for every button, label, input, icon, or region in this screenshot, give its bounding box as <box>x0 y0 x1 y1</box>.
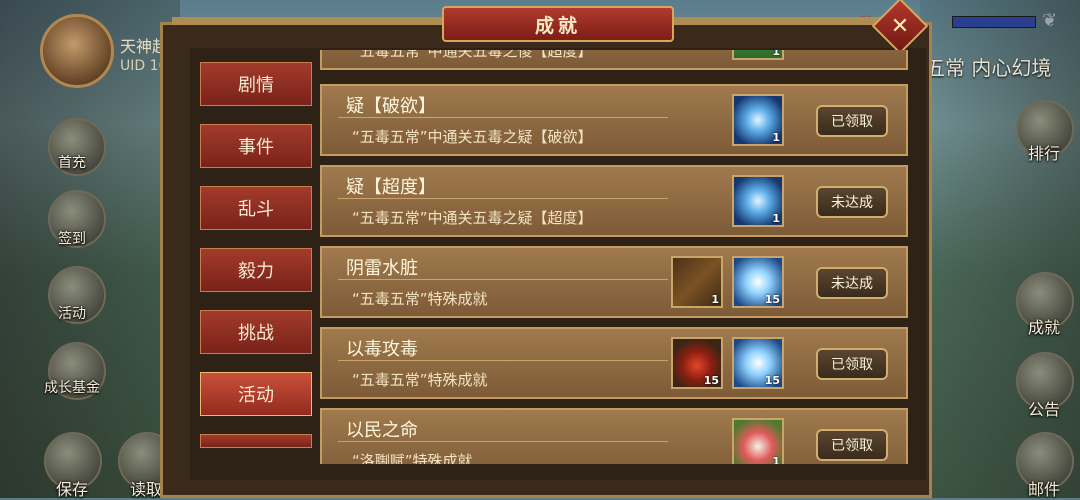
announcement-label: 公告 <box>1028 400 1061 419</box>
title-wing-right <box>674 17 880 25</box>
achievement-desc: “五毒五常”中通关五毒之疑【破欲】 <box>352 128 593 146</box>
reward-item-icon[interactable]: 1 <box>732 175 784 227</box>
title-wing-left <box>172 17 442 25</box>
achievement-title: 疑【破欲】 <box>346 96 436 117</box>
tab-activity[interactable]: 活动 <box>200 372 312 416</box>
reward-count: 1 <box>772 212 780 225</box>
winged-emblem-icon: ❦ <box>1042 10 1058 31</box>
reward-count: 1 <box>772 50 780 58</box>
not-achieved-button[interactable]: 未达成 <box>816 267 888 299</box>
achievement-title: 阴雷水脏 <box>346 258 418 279</box>
event-label: 活动 <box>58 306 86 322</box>
reward-item-icon[interactable]: 1 <box>732 50 784 60</box>
scene-title: 五常 内心幻境 <box>925 56 1052 80</box>
divider <box>338 360 668 361</box>
reward-item-icon[interactable]: 1 <box>732 94 784 146</box>
growth-fund-label: 成长基金 <box>44 380 100 396</box>
achievement-row: 疑【超度】 “五毒五常”中通关五毒之疑【超度】 1 未达成 <box>320 165 908 237</box>
divider <box>338 117 668 118</box>
achievement-desc: “洛䎺赋”特殊成就 <box>352 452 473 464</box>
claimed-button[interactable]: 已领取 <box>816 348 888 380</box>
claimed-button[interactable]: 已领取 <box>816 429 888 461</box>
achievement-row: 阴雷水脏 “五毒五常”特殊成就 1 15 未达成 <box>320 246 908 318</box>
achievement-desc: “五毒五常”特殊成就 <box>352 290 488 308</box>
tab-more[interactable] <box>200 434 312 448</box>
achievement-row: “五毒五常”中通关五毒之傻【超度】 1 <box>320 50 908 70</box>
tab-brawl[interactable]: 乱斗 <box>200 186 312 230</box>
achievement-desc: “五毒五常”特殊成就 <box>352 371 488 389</box>
panel-title-plate: 成就 <box>442 6 674 42</box>
reward-count: 1 <box>772 131 780 144</box>
tab-perseverance[interactable]: 毅力 <box>200 248 312 292</box>
first-recharge-label: 首充 <box>58 155 86 171</box>
close-icon[interactable]: ✕ <box>880 6 920 46</box>
achievement-title: 以毒攻毒 <box>346 339 418 360</box>
reward-count: 15 <box>703 374 719 387</box>
achievement-desc: “五毒五常”中通关五毒之傻【超度】 <box>352 50 593 60</box>
achievement-row: 疑【破欲】 “五毒五常”中通关五毒之疑【破欲】 1 已领取 <box>320 84 908 156</box>
tab-event[interactable]: 事件 <box>200 124 312 168</box>
reward-count: 1 <box>772 455 780 464</box>
reward-count: 15 <box>764 293 780 306</box>
load-label: 读取 <box>130 480 163 499</box>
reward-count: 1 <box>711 293 719 306</box>
panel-title: 成就 <box>534 14 581 37</box>
player-avatar[interactable] <box>40 14 114 88</box>
fruit-reward-icon[interactable]: 15 <box>671 337 723 389</box>
checkin-label: 签到 <box>58 231 86 247</box>
divider <box>338 279 668 280</box>
save-label: 保存 <box>56 480 89 499</box>
divider <box>338 198 668 199</box>
gift-reward-icon[interactable]: 1 <box>732 418 784 464</box>
mail-label: 邮件 <box>1028 480 1061 499</box>
achievement-row: 以民之命 “洛䎺赋”特殊成就 1 已领取 <box>320 408 908 464</box>
achievement-title: 疑【超度】 <box>346 177 436 198</box>
not-achieved-button[interactable]: 未达成 <box>816 186 888 218</box>
achievement-title: 以民之命 <box>346 420 418 441</box>
bow-reward-icon[interactable]: 1 <box>671 256 723 308</box>
achievement-row: 以毒攻毒 “五毒五常”特殊成就 15 15 已领取 <box>320 327 908 399</box>
crystal-reward-icon[interactable]: 15 <box>732 337 784 389</box>
crystal-reward-icon[interactable]: 15 <box>732 256 784 308</box>
tab-challenge[interactable]: 挑战 <box>200 310 312 354</box>
progress-bar <box>952 16 1036 28</box>
ranking-label: 排行 <box>1028 144 1061 163</box>
achievement-list[interactable]: “五毒五常”中通关五毒之傻【超度】 1 疑【破欲】 “五毒五常”中通关五毒之疑【… <box>320 50 912 464</box>
reward-count: 15 <box>764 374 780 387</box>
achievement-label: 成就 <box>1028 318 1061 337</box>
achievement-desc: “五毒五常”中通关五毒之疑【超度】 <box>352 209 593 227</box>
divider <box>338 441 668 442</box>
tab-story[interactable]: 剧情 <box>200 62 312 106</box>
claimed-button[interactable]: 已领取 <box>816 105 888 137</box>
